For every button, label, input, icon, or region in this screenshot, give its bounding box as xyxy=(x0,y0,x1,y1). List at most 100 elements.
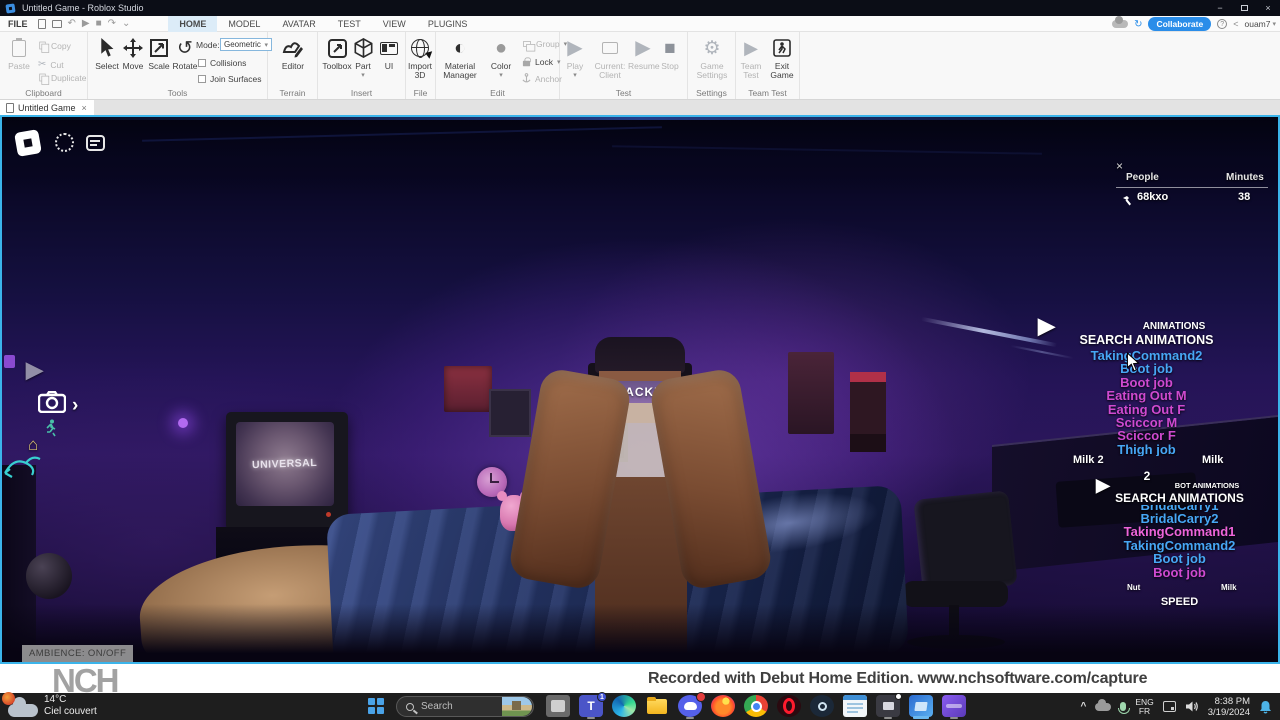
anim-list-item[interactable]: Sciccor F xyxy=(1074,429,1219,442)
close-button[interactable]: × xyxy=(1256,0,1280,16)
taskbar-search[interactable]: Search xyxy=(396,696,534,717)
exit-game-button[interactable]: Exit Game xyxy=(766,36,798,80)
ribbon-tab-test[interactable]: TEST xyxy=(327,16,372,32)
share-icon[interactable]: < xyxy=(1233,19,1238,29)
anim-play-icon[interactable]: ▶ xyxy=(1038,313,1055,339)
redo-icon[interactable]: ↷ xyxy=(108,19,116,29)
pen-settings-icon[interactable] xyxy=(1163,701,1176,712)
anim-list-item[interactable]: Boot job xyxy=(1107,552,1252,565)
task-view-icon[interactable] xyxy=(546,695,570,717)
chat-icon[interactable] xyxy=(86,135,105,151)
anim-list-item[interactable]: Boot job xyxy=(1074,376,1219,389)
ribbon-tab-model[interactable]: MODEL xyxy=(217,16,271,32)
poster-dark xyxy=(489,389,531,437)
debut-capture-icon[interactable] xyxy=(876,695,900,717)
milk-label-2[interactable]: Milk xyxy=(1221,583,1237,592)
milk-label[interactable]: Milk xyxy=(1202,454,1223,466)
cut-button[interactable]: ✂Cut xyxy=(38,56,64,73)
weather-widget[interactable]: 14°C Ciel couvert xyxy=(8,694,97,718)
runner-icon[interactable] xyxy=(42,419,58,442)
resume-button[interactable]: ▶ Resume xyxy=(628,36,658,71)
firefox-icon[interactable] xyxy=(711,695,735,717)
minimize-button[interactable]: − xyxy=(1208,0,1232,16)
anim-list-item[interactable]: TakingCommand2 xyxy=(1074,349,1219,362)
material-manager-button[interactable]: ◐ Material Manager xyxy=(440,36,480,80)
join-surfaces-checkbox[interactable]: Join Surfaces xyxy=(198,74,262,84)
play-quick-icon[interactable]: ▶ xyxy=(82,19,90,29)
help-icon[interactable]: ? xyxy=(1217,19,1227,29)
microphone-icon[interactable] xyxy=(1120,702,1126,711)
copy-button[interactable]: Copy xyxy=(38,40,71,51)
hidden-icons-chevron[interactable]: ^ xyxy=(1080,701,1086,712)
anim-list-item[interactable]: TakingCommand1 xyxy=(1107,525,1252,538)
ambience-toggle-button[interactable]: AMBIENCE: ON/OFF xyxy=(22,645,133,662)
notepad-icon[interactable] xyxy=(843,695,867,717)
duplicate-button[interactable]: Duplicate xyxy=(38,72,86,83)
steam-icon[interactable] xyxy=(810,695,834,717)
terrain-editor-button[interactable]: Editor xyxy=(276,36,310,71)
clock[interactable]: 8:38 PM 3/19/2024 xyxy=(1208,696,1250,718)
edge-icon[interactable] xyxy=(612,695,636,717)
search-animations-button-2[interactable]: SEARCH ANIMATIONS xyxy=(1107,491,1252,505)
doc-tab-untitled-game[interactable]: Untitled Game × xyxy=(0,100,94,115)
milk2-label[interactable]: Milk 2 xyxy=(1073,454,1104,466)
recording-strip: NCH Recorded with Debut Home Edition. ww… xyxy=(0,664,1280,693)
play-overlay-icon[interactable]: ▶ xyxy=(26,357,43,383)
onedrive-icon[interactable] xyxy=(1095,703,1111,711)
language-switcher[interactable]: ENG FR xyxy=(1135,698,1153,716)
media-app-icon[interactable] xyxy=(942,695,966,717)
anim-list-item[interactable]: Boot job xyxy=(1074,362,1219,375)
new-file-icon[interactable] xyxy=(38,19,46,29)
close-panel-icon[interactable]: × xyxy=(1116,159,1123,173)
anim-list-item[interactable]: Eating Out F xyxy=(1074,403,1219,416)
refresh-icon[interactable]: ↻ xyxy=(1134,19,1142,30)
opera-icon[interactable] xyxy=(777,695,801,717)
maximize-button[interactable] xyxy=(1232,0,1256,16)
anim-list-item[interactable]: Sciccor M xyxy=(1074,416,1219,429)
speed-label[interactable]: SPEED xyxy=(1107,596,1252,608)
discord-icon[interactable] xyxy=(678,695,702,717)
stop-quick-icon[interactable]: ■ xyxy=(96,19,102,29)
emotes-icon[interactable] xyxy=(55,133,74,152)
file-explorer-icon[interactable] xyxy=(645,695,669,717)
roblox-menu-icon[interactable] xyxy=(14,129,42,157)
open-file-icon[interactable] xyxy=(52,20,62,28)
notification-bell-icon[interactable] xyxy=(1259,700,1272,714)
lock-button[interactable]: Lock▾ xyxy=(522,56,560,67)
import-3d-button[interactable]: Import 3D xyxy=(403,36,437,80)
ribbon-tab-view[interactable]: VIEW xyxy=(372,16,417,32)
paste-button[interactable]: Paste xyxy=(2,36,36,71)
file-menu[interactable]: FILE xyxy=(8,19,28,29)
anchor-button[interactable]: Anchor xyxy=(522,73,562,84)
undo-icon[interactable]: ↶ xyxy=(68,19,76,29)
ribbon-tab-home[interactable]: HOME xyxy=(168,16,217,32)
ui-button[interactable]: UI xyxy=(372,36,406,71)
play-button[interactable]: ▶ Play ▾ xyxy=(562,36,588,79)
anim-list-item[interactable]: Eating Out M xyxy=(1074,389,1219,402)
teams-icon[interactable]: T 1 xyxy=(579,695,603,717)
active-app-icon[interactable] xyxy=(909,695,933,717)
close-tab-icon[interactable]: × xyxy=(82,103,87,113)
stop-button[interactable]: ■ Stop xyxy=(656,36,684,71)
mode-dropdown[interactable]: Geometric▾ xyxy=(220,38,272,51)
anim-list-item[interactable]: TakingCommand2 xyxy=(1107,539,1252,552)
camera-icon[interactable] xyxy=(38,391,66,418)
collisions-checkbox[interactable]: Collisions xyxy=(198,58,246,68)
collaborate-button[interactable]: Collaborate xyxy=(1148,17,1211,31)
anim-list-item[interactable]: Boot job xyxy=(1107,566,1252,579)
chevron-right-icon[interactable]: › xyxy=(72,395,78,417)
anim-list-item[interactable]: BridalCarry2 xyxy=(1107,512,1252,525)
ribbon-tab-avatar[interactable]: AVATAR xyxy=(271,16,326,32)
game-settings-button[interactable]: ⚙ Game Settings xyxy=(692,36,732,80)
speaker-icon[interactable] xyxy=(1185,700,1199,713)
current-client-button[interactable]: Current: Client xyxy=(590,36,630,80)
more-icon[interactable]: ⌄ xyxy=(122,19,130,29)
ribbon-tab-plugins[interactable]: PLUGINS xyxy=(417,16,479,32)
search-animations-button[interactable]: SEARCH ANIMATIONS xyxy=(1074,333,1219,347)
color-button[interactable]: ● Color ▾ xyxy=(484,36,518,79)
chrome-icon[interactable] xyxy=(744,695,768,717)
team-test-button[interactable]: ▶ Team Test xyxy=(736,36,766,80)
user-menu[interactable]: ouam7 ▾ xyxy=(1244,19,1276,29)
nut-label[interactable]: Nut xyxy=(1127,583,1140,592)
start-button[interactable] xyxy=(368,698,384,714)
